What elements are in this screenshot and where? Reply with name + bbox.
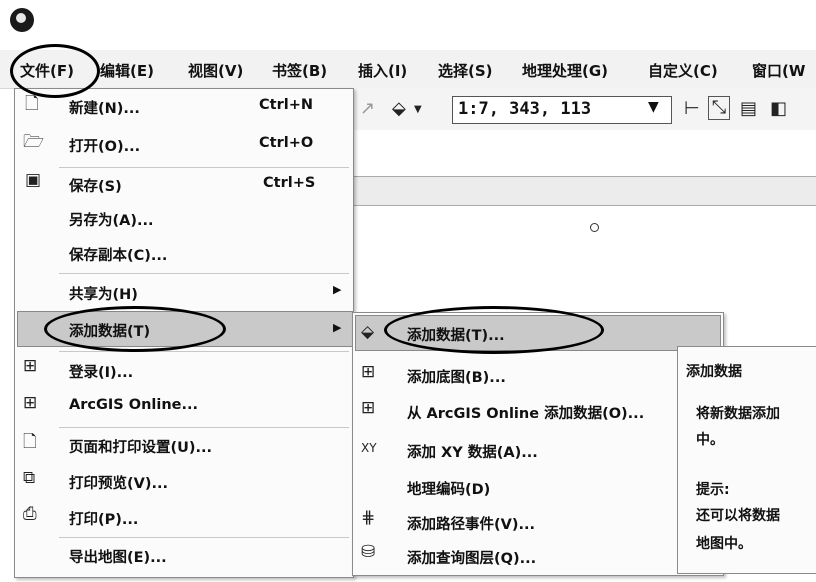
menu-view[interactable]: 视图(V): [188, 60, 243, 81]
tooltip-line3: 还可以将数据: [696, 508, 780, 524]
chevron-down-icon[interactable]: ▼: [648, 99, 659, 115]
scale-value[interactable]: 1:7, 343, 113: [458, 99, 591, 119]
grid-icon: ⊞: [23, 356, 38, 376]
shortcut-new: Ctrl+N: [259, 97, 313, 113]
menu-item-page-setup[interactable]: 页面和打印设置(U)...: [69, 436, 212, 457]
separator: [59, 351, 349, 352]
new-doc-icon: 🗋: [25, 94, 39, 114]
add-data-toolbar-icon[interactable]: ⬙: [392, 98, 406, 119]
query-layer-icon: ⛁: [361, 542, 376, 562]
menu-select[interactable]: 选择(S): [438, 60, 493, 81]
menu-item-open[interactable]: 打开(O)...: [69, 135, 140, 156]
menu-item-print-preview[interactable]: 打印预览(V)...: [69, 472, 168, 493]
window-icon[interactable]: ◧: [770, 98, 787, 119]
separator: [59, 427, 349, 428]
annotation-ellipse-add-data-sub: [384, 306, 604, 354]
app-logo-icon: [10, 8, 34, 32]
basemap-grid-icon: ⊞: [361, 362, 376, 382]
save-disk-icon: ▣: [25, 170, 42, 190]
menu-item-save[interactable]: 保存(S): [69, 175, 122, 196]
annotation-ellipse-add-data: [44, 306, 226, 352]
menu-item-save-copy[interactable]: 保存副本(C)...: [69, 244, 167, 265]
open-folder-icon: 🗁: [23, 132, 45, 152]
printer-icon: ⎙: [23, 504, 37, 524]
grid-icon: ⊞: [23, 393, 38, 413]
add-data-icon: ⬙: [361, 322, 375, 342]
submenu-item-geocode[interactable]: 地理编码(D): [407, 478, 490, 499]
shortcut-save: Ctrl+S: [263, 175, 316, 191]
map-header-strip: [352, 176, 816, 206]
menu-item-print[interactable]: 打印(P)...: [69, 508, 138, 529]
menu-item-export-map[interactable]: 导出地图(E)...: [69, 546, 167, 567]
add-data-tooltip: 添加数据 将新数据添加 中。 提示: 还可以将数据 地图中。: [677, 346, 816, 574]
submenu-item-query-layer[interactable]: 添加查询图层(Q)...: [407, 547, 536, 568]
submenu-item-route-events[interactable]: 添加路径事件(V)...: [407, 513, 535, 534]
tooltip-title: 添加数据: [686, 364, 742, 380]
toolbar-arrow-icon[interactable]: ↗: [360, 98, 375, 119]
menu-item-sign-in[interactable]: 登录(I)...: [69, 361, 133, 382]
tooltip-line2: 中。: [696, 432, 724, 448]
separator: [59, 167, 349, 168]
tooltip-line1: 将新数据添加: [696, 406, 780, 422]
map-point-icon: [590, 223, 599, 232]
shortcut-open: Ctrl+O: [259, 135, 314, 151]
menu-customize[interactable]: 自定义(C): [648, 60, 718, 81]
measure-icon[interactable]: ⊢: [684, 98, 700, 119]
graph-icon[interactable]: ⤡: [708, 96, 730, 120]
page-setup-icon: 🗋: [23, 432, 37, 452]
chevron-down-icon[interactable]: ▼: [414, 104, 422, 115]
grid-icon: ⊞: [361, 398, 376, 418]
menu-bookmarks[interactable]: 书签(B): [272, 60, 327, 81]
xy-data-icon: XY: [361, 441, 377, 455]
menu-window[interactable]: 窗口(W: [752, 60, 805, 81]
submenu-item-add-xy[interactable]: 添加 XY 数据(A)...: [407, 441, 538, 462]
menu-edit[interactable]: 编辑(E): [100, 60, 154, 81]
submenu-arrow-icon: ▶: [333, 321, 342, 334]
menu-item-arcgis-online[interactable]: ArcGIS Online...: [69, 397, 198, 413]
submenu-item-add-basemap[interactable]: 添加底图(B)...: [407, 366, 506, 387]
menu-bar: 文件(F) 编辑(E) 视图(V) 书签(B) 插入(I) 选择(S) 地理处理…: [0, 50, 816, 89]
menu-insert[interactable]: 插入(I): [358, 60, 407, 81]
table-icon[interactable]: ▤: [740, 98, 757, 119]
route-event-icon: ⋕: [361, 508, 376, 528]
menu-geoprocessing[interactable]: 地理处理(G): [522, 60, 608, 81]
submenu-arrow-icon: ▶: [333, 283, 342, 296]
submenu-item-arcgis-online[interactable]: 从 ArcGIS Online 添加数据(O)...: [407, 402, 644, 423]
menu-item-save-as[interactable]: 另存为(A)...: [69, 209, 154, 230]
print-preview-icon: ⧉: [23, 468, 36, 488]
tooltip-line4: 地图中。: [696, 536, 752, 552]
separator: [59, 537, 349, 538]
menu-item-share-as[interactable]: 共享为(H): [69, 283, 138, 304]
separator: [59, 273, 349, 274]
menu-item-new[interactable]: 新建(N)...: [69, 97, 140, 118]
tooltip-tip-label: 提示:: [696, 482, 730, 498]
annotation-ellipse-file: [10, 44, 100, 98]
